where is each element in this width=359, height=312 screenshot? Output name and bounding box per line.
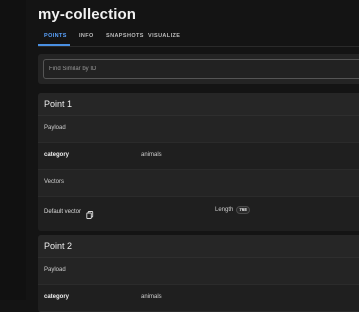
length-label: Length bbox=[215, 207, 234, 213]
copy-icon[interactable] bbox=[85, 207, 95, 219]
payload-label: Payload bbox=[44, 267, 66, 273]
point-title: Point 2 bbox=[44, 241, 73, 251]
tab-snapshots[interactable]: SNAPSHOTS bbox=[106, 33, 144, 39]
point-card: Point 2 Payload category animals bbox=[38, 235, 359, 312]
search-card bbox=[38, 54, 359, 84]
find-similar-input[interactable] bbox=[43, 59, 359, 79]
payload-key: category bbox=[44, 152, 70, 158]
vectors-label: Vectors bbox=[44, 179, 65, 185]
payload-section-header: Payload bbox=[38, 258, 359, 285]
page-title: my-collection bbox=[38, 6, 136, 23]
payload-value: animals bbox=[141, 294, 162, 300]
active-tab-indicator bbox=[38, 44, 70, 46]
point-header: Point 1 bbox=[38, 93, 359, 116]
tab-visualize[interactable]: VISUALIZE bbox=[148, 33, 180, 39]
point-title: Point 1 bbox=[44, 99, 73, 109]
tab-points[interactable]: POINTS bbox=[44, 33, 67, 39]
length-badge: 768 bbox=[236, 206, 250, 214]
tab-bar: POINTS INFO SNAPSHOTS VISUALIZE bbox=[38, 32, 359, 47]
payload-section-header: Payload bbox=[38, 116, 359, 143]
tab-info[interactable]: INFO bbox=[79, 33, 94, 39]
left-rail bbox=[0, 0, 26, 300]
vector-row: Default vector Length 768 bbox=[38, 197, 359, 231]
point-header: Point 2 bbox=[38, 235, 359, 258]
vector-name: Default vector bbox=[44, 209, 82, 215]
point-card: Point 1 Payload category animals Vectors… bbox=[38, 93, 359, 231]
vectors-section-header: Vectors bbox=[38, 170, 359, 197]
payload-value: animals bbox=[141, 152, 162, 158]
payload-row: category animals bbox=[38, 285, 359, 312]
payload-key: category bbox=[44, 294, 70, 300]
payload-label: Payload bbox=[44, 125, 66, 131]
payload-row: category animals bbox=[38, 143, 359, 170]
